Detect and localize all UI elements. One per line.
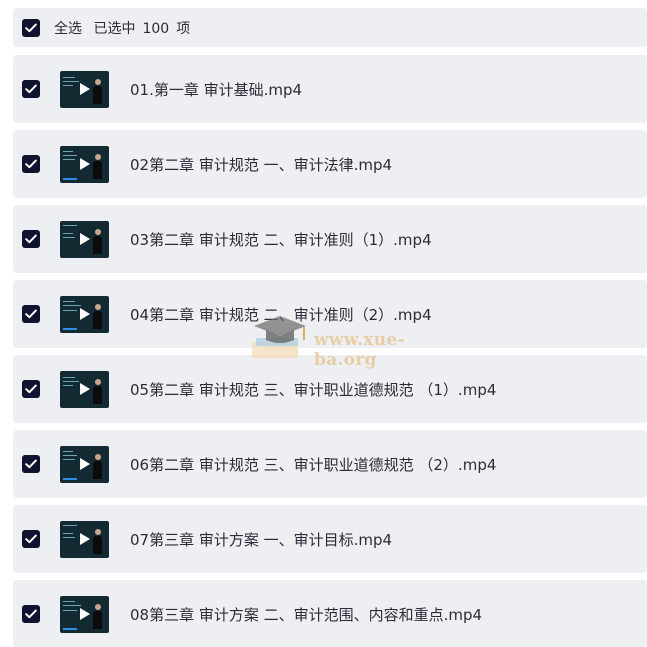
presenter-figure (93, 603, 102, 630)
checkmark-icon (25, 234, 37, 244)
video-thumbnail[interactable] (60, 220, 109, 258)
video-thumbnail[interactable] (60, 520, 109, 558)
play-icon (79, 308, 90, 320)
item-checkbox[interactable] (22, 530, 40, 548)
selection-summary: 全选 已选中 100 项 (54, 18, 197, 38)
checkmark-icon (25, 459, 37, 469)
item-checkbox[interactable] (22, 230, 40, 248)
video-thumbnail[interactable] (60, 445, 109, 483)
play-icon (79, 383, 90, 395)
file-name: 01.第一章 审计基础.mp4 (130, 80, 303, 99)
play-icon (79, 608, 90, 620)
play-icon (79, 83, 90, 95)
list-item[interactable]: 08第三章 审计方案 二、审计范围、内容和重点.mp4 (13, 580, 647, 647)
checkmark-icon (25, 384, 37, 394)
video-thumbnail[interactable] (60, 595, 109, 633)
item-checkbox[interactable] (22, 155, 40, 173)
play-icon (79, 158, 90, 170)
list-item[interactable]: 05第二章 审计规范 三、审计职业道德规范 （1）.mp4 (13, 355, 647, 423)
checkmark-icon (25, 84, 37, 94)
item-checkbox[interactable] (22, 305, 40, 323)
checkmark-icon (25, 534, 37, 544)
item-checkbox[interactable] (22, 380, 40, 398)
presenter-figure (93, 78, 102, 105)
presenter-figure (93, 303, 102, 330)
selected-prefix: 已选中 (93, 20, 136, 37)
file-name: 02第二章 审计规范 一、审计法律.mp4 (130, 155, 393, 174)
presenter-figure (93, 453, 102, 480)
selected-suffix: 项 (176, 20, 191, 37)
item-checkbox[interactable] (22, 455, 40, 473)
list-item[interactable]: 02第二章 审计规范 一、审计法律.mp4 (13, 130, 647, 198)
select-all-bar: 全选 已选中 100 项 (13, 8, 647, 47)
item-checkbox[interactable] (22, 605, 40, 623)
checkmark-icon (25, 23, 37, 32)
list-item[interactable]: 03第二章 审计规范 二、审计准则（1）.mp4 (13, 205, 647, 273)
file-name: 04第二章 审计规范 二、审计准则（2）.mp4 (130, 305, 432, 324)
select-all-checkbox[interactable] (22, 18, 40, 37)
list-item[interactable]: 07第三章 审计方案 一、审计目标.mp4 (13, 505, 647, 573)
item-checkbox[interactable] (22, 80, 40, 98)
play-icon (79, 233, 90, 245)
file-list: 01.第一章 审计基础.mp4 02第二章 审计规范 一、审计法律.mp4 03第二… (13, 55, 647, 647)
checkmark-icon (25, 309, 37, 319)
file-name: 08第三章 审计方案 二、审计范围、内容和重点.mp4 (130, 605, 483, 624)
checkmark-icon (25, 609, 37, 619)
video-thumbnail[interactable] (60, 145, 109, 183)
selected-count: 100 (142, 20, 170, 37)
list-item[interactable]: 06第二章 审计规范 三、审计职业道德规范 （2）.mp4 (13, 430, 647, 498)
checkmark-icon (25, 159, 37, 169)
play-icon (79, 533, 90, 545)
file-selection-page: 全选 已选中 100 项 01.第一章 审计基础.mp4 02第二章 审计规范 一、审… (0, 0, 647, 647)
file-name: 07第三章 审计方案 一、审计目标.mp4 (130, 530, 393, 549)
file-name: 06第二章 审计规范 三、审计职业道德规范 （2）.mp4 (130, 455, 497, 474)
select-all-label[interactable]: 全选 (54, 21, 82, 37)
list-item[interactable]: 04第二章 审计规范 二、审计准则（2）.mp4 (13, 280, 647, 348)
list-item[interactable]: 01.第一章 审计基础.mp4 (13, 55, 647, 123)
file-name: 03第二章 审计规范 二、审计准则（1）.mp4 (130, 230, 432, 249)
video-thumbnail[interactable] (60, 295, 109, 333)
presenter-figure (93, 528, 102, 555)
file-name: 05第二章 审计规范 三、审计职业道德规范 （1）.mp4 (130, 380, 497, 399)
presenter-figure (93, 228, 102, 255)
video-thumbnail[interactable] (60, 370, 109, 408)
video-thumbnail[interactable] (60, 70, 109, 108)
play-icon (79, 458, 90, 470)
presenter-figure (93, 153, 102, 180)
presenter-figure (93, 378, 102, 405)
